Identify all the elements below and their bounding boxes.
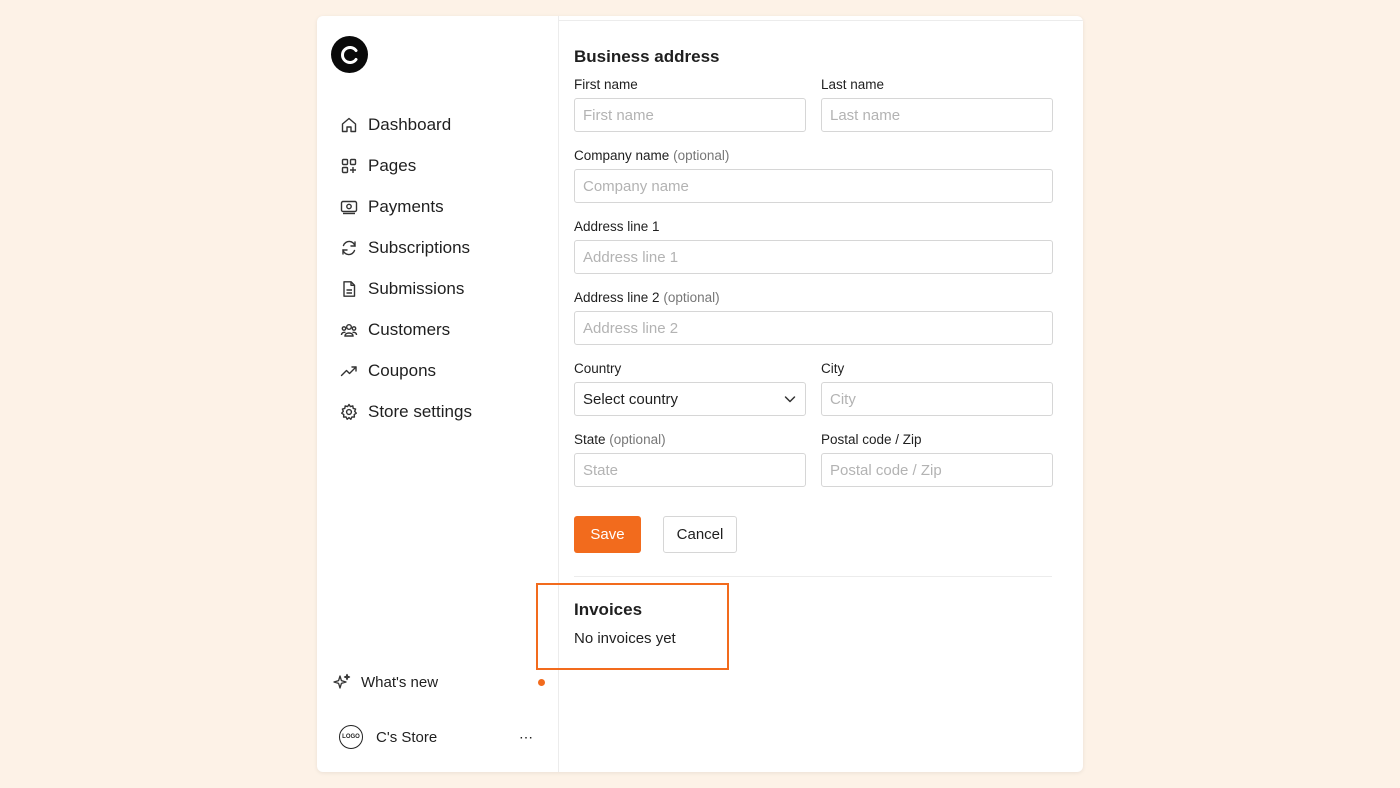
- gear-icon: [339, 402, 359, 422]
- store-avatar: LOGO: [339, 725, 363, 749]
- sidebar-item-label: Store settings: [368, 401, 472, 421]
- optional-tag: (optional): [673, 148, 730, 163]
- address-line-1-label: Address line 1: [574, 219, 660, 234]
- sidebar-item-label: Dashboard: [368, 114, 452, 134]
- grid-plus-icon: [339, 156, 359, 176]
- state-label: State (optional): [574, 432, 666, 447]
- postal-code-field[interactable]: [821, 453, 1053, 487]
- sidebar-item-label: Coupons: [368, 360, 437, 380]
- invoices-highlight-box: [536, 583, 729, 670]
- whats-new-link[interactable]: What's new: [333, 668, 545, 696]
- whats-new-label: What's new: [361, 673, 439, 691]
- section-title: Business address: [574, 47, 720, 66]
- more-options-icon[interactable]: ⋯: [519, 723, 534, 751]
- sidebar-item-label: Subscriptions: [368, 237, 471, 257]
- sidebar-item-label: Pages: [368, 155, 417, 175]
- city-field[interactable]: [821, 382, 1053, 416]
- optional-tag: (optional): [663, 290, 720, 305]
- first-name-label: First name: [574, 77, 638, 92]
- sidebar-nav: Dashboard Pages Payments Subscriptions S…: [339, 104, 549, 432]
- last-name-label: Last name: [821, 77, 885, 92]
- notification-dot: [538, 679, 545, 686]
- sidebar-item-pages[interactable]: Pages: [339, 145, 549, 186]
- section-divider: [574, 576, 1052, 577]
- cancel-button[interactable]: Cancel: [663, 516, 737, 553]
- address-line-2-field[interactable]: [574, 311, 1053, 345]
- sidebar-item-label: Payments: [368, 196, 444, 216]
- sidebar-item-subscriptions[interactable]: Subscriptions: [339, 227, 549, 268]
- store-switcher[interactable]: LOGO C's Store ⋯: [339, 723, 539, 751]
- top-strip: [558, 16, 1083, 21]
- postal-code-label: Postal code / Zip: [821, 432, 922, 447]
- last-name-field[interactable]: [821, 98, 1053, 132]
- city-label: City: [821, 361, 845, 376]
- refresh-icon: [339, 238, 359, 258]
- company-name-field[interactable]: [574, 169, 1053, 203]
- chevron-down-icon: [783, 392, 797, 406]
- home-icon: [339, 115, 359, 135]
- country-select[interactable]: Select country: [574, 382, 806, 416]
- optional-tag: (optional): [609, 432, 666, 447]
- users-icon: [339, 320, 359, 340]
- country-selected-value: Select country: [583, 390, 679, 408]
- store-name: C's Store: [376, 728, 438, 746]
- sidebar-item-customers[interactable]: Customers: [339, 309, 549, 350]
- brand-c-logo-icon[interactable]: [331, 36, 368, 73]
- sidebar-item-label: Customers: [368, 319, 451, 339]
- state-field[interactable]: [574, 453, 806, 487]
- country-label: Country: [574, 361, 622, 376]
- sidebar: Dashboard Pages Payments Subscriptions S…: [317, 16, 559, 772]
- save-button[interactable]: Save: [574, 516, 641, 553]
- first-name-field[interactable]: [574, 98, 806, 132]
- sidebar-item-store-settings[interactable]: Store settings: [339, 391, 549, 432]
- document-icon: [339, 279, 359, 299]
- trending-up-icon: [339, 361, 359, 381]
- sidebar-item-coupons[interactable]: Coupons: [339, 350, 549, 391]
- sidebar-item-dashboard[interactable]: Dashboard: [339, 104, 549, 145]
- sidebar-item-label: Submissions: [368, 278, 465, 298]
- company-name-label: Company name (optional): [574, 148, 730, 163]
- address-line-1-field[interactable]: [574, 240, 1053, 274]
- sidebar-item-submissions[interactable]: Submissions: [339, 268, 549, 309]
- banknote-icon: [339, 197, 359, 217]
- sparkles-icon: [333, 673, 351, 691]
- sidebar-item-payments[interactable]: Payments: [339, 186, 549, 227]
- address-line-2-label: Address line 2 (optional): [574, 290, 720, 305]
